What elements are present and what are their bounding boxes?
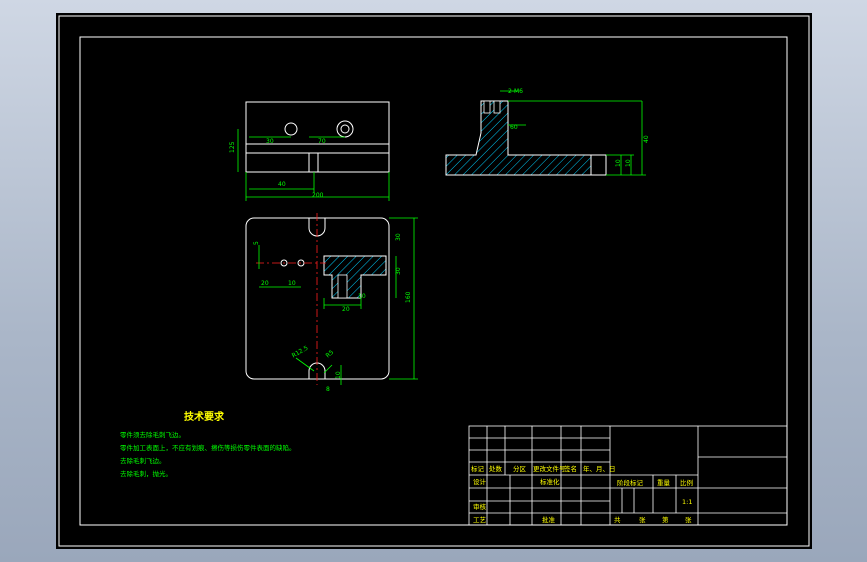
tb-header-zone: 分区 <box>513 464 527 473</box>
tb-header-sign: 签名 <box>564 464 577 473</box>
tb-standardize: 标准化 <box>540 477 560 486</box>
dim-top-4: 40 <box>278 181 286 188</box>
tb-approve: 批准 <box>542 515 556 524</box>
tb-scale-value: 1:1 <box>682 498 692 506</box>
tech-requirements-title: 技术要求 <box>184 410 225 423</box>
dim-front-1: 5 <box>253 241 260 245</box>
centerlines <box>256 213 326 385</box>
tb-weight: 重量 <box>657 479 671 487</box>
tb-scale-label: 比例 <box>680 478 693 487</box>
tb-header-doc: 更改文件号 <box>533 464 566 473</box>
drawing-sheet: 125 30 70 40 200 40 10 10 60 2-M6 5 20 1… <box>58 15 810 547</box>
tb-sheet-no: 第 <box>662 515 669 524</box>
dim-front-3: 10 <box>288 280 296 287</box>
dim-side-2: 10 <box>615 159 622 167</box>
front-view-section <box>323 255 387 299</box>
title-block <box>468 425 788 526</box>
dim-front-7: 10 <box>358 293 366 300</box>
dim-front-6: 160 <box>405 291 412 303</box>
tb-sheet-total: 共 <box>614 515 621 524</box>
dim-side-4: 60 <box>510 124 518 131</box>
dim-front-4: 30 <box>395 233 402 241</box>
tb-stage-mark: 阶段标记 <box>617 478 644 487</box>
dim-side-5: 2-M6 <box>508 88 523 95</box>
dim-side-3: 10 <box>625 159 632 167</box>
tb-design: 设计 <box>473 477 487 486</box>
tech-requirement-line: 零件须去除毛刺飞边。 <box>120 430 185 439</box>
dim-front-2: 20 <box>261 280 269 287</box>
tb-header-mark: 标记 <box>471 464 485 473</box>
front-view-slot <box>337 274 348 299</box>
cad-model-space[interactable]: 125 30 70 40 200 40 10 10 60 2-M6 5 20 1… <box>56 13 812 549</box>
tech-requirement-line: 去除毛刺飞边。 <box>120 456 166 465</box>
dim-front-11: 10 <box>335 371 342 379</box>
dim-top-5: 200 <box>312 192 324 199</box>
tb-review: 审核 <box>473 502 487 511</box>
tb-header-date: 年、月、日 <box>583 464 616 473</box>
tb-header-count: 处数 <box>489 464 503 473</box>
dim-front-12: 8 <box>326 386 330 393</box>
dim-top-1: 125 <box>229 141 236 153</box>
tb-sheet-word2: 张 <box>685 515 692 524</box>
dim-front-9: R5 <box>325 349 336 360</box>
dim-side-1: 40 <box>643 135 650 143</box>
dim-front-8: 20 <box>342 306 350 313</box>
dim-front-10: R12.5 <box>291 345 310 360</box>
dim-top-3: 70 <box>318 138 326 145</box>
tb-sheet-word1: 张 <box>639 515 646 524</box>
dim-top-2: 30 <box>266 138 274 145</box>
outer-border <box>58 15 810 547</box>
side-view <box>445 100 607 176</box>
top-view-dimensions <box>237 129 390 201</box>
tech-requirement-line: 零件加工表面上，不应有划痕、擦伤等损伤零件表面的缺陷。 <box>120 443 296 452</box>
dim-front-5: 30 <box>395 267 402 275</box>
tech-requirement-line: 去除毛刺，抛光。 <box>120 469 172 478</box>
tb-process: 工艺 <box>473 516 487 524</box>
front-view-dimensions <box>258 217 418 385</box>
front-view <box>245 217 390 380</box>
